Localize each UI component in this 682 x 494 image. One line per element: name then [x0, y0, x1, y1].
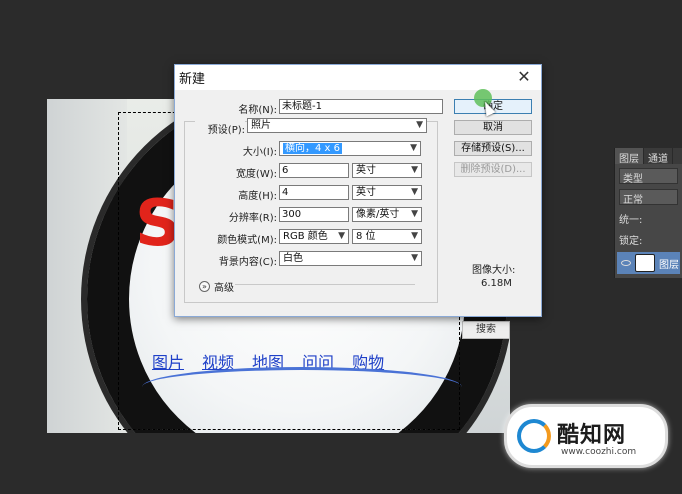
preset-label: 预设(P):	[195, 121, 245, 136]
delete-preset-button: 删除预设(D)...	[454, 162, 532, 177]
height-unit-value: 英寸	[356, 187, 376, 198]
layers-panel: 图层 通道 类型 正常 统一: 锁定: 图层	[614, 148, 682, 278]
size-label: 大小(I):	[242, 147, 277, 158]
dialog-title: 新建	[179, 72, 206, 87]
resolution-label: 分辨率(R):	[228, 213, 277, 224]
chevron-down-icon: ▼	[411, 187, 418, 197]
width-field[interactable]: 6	[279, 163, 349, 178]
layer-filter-row: 类型	[619, 167, 678, 185]
expand-icon: »	[199, 281, 210, 292]
image-size-label: 图像大小:	[472, 265, 516, 276]
tab-layers[interactable]: 图层	[615, 148, 644, 165]
color-mode-select[interactable]: RGB 颜色 ▼	[279, 229, 349, 244]
watermark-icon	[517, 419, 551, 453]
resolution-field[interactable]: 300	[279, 207, 349, 222]
layer-name: 图层	[659, 259, 679, 271]
photo-search-button: 搜索	[462, 321, 510, 339]
chevron-down-icon: ▼	[411, 209, 418, 219]
layer-kind-select[interactable]: 类型	[619, 168, 678, 185]
blend-mode-select[interactable]: 正常	[619, 189, 678, 206]
width-label: 宽度(W):	[235, 169, 277, 180]
chevron-down-icon: ▼	[411, 165, 418, 175]
height-field[interactable]: 4	[279, 185, 349, 200]
width-unit-value: 英寸	[356, 165, 376, 176]
eye-icon[interactable]	[621, 260, 631, 266]
close-icon[interactable]: ✕	[515, 68, 533, 86]
layer-item[interactable]: 图层	[617, 252, 680, 274]
chevron-down-icon: ▼	[411, 253, 418, 263]
save-preset-button[interactable]: 存储预设(S)...	[454, 141, 532, 156]
cancel-button[interactable]: 取消	[454, 120, 532, 135]
chevron-down-icon: ▼	[411, 231, 418, 241]
lock-row: 锁定:	[619, 230, 678, 248]
unify-label: 统一:	[619, 214, 643, 226]
height-label: 高度(H):	[238, 191, 277, 202]
bit-depth-value: 8 位	[356, 231, 376, 242]
advanced-label: 高级	[214, 283, 234, 294]
bg-contents-select[interactable]: 白色 ▼	[279, 251, 422, 266]
resolution-unit-select[interactable]: 像素/英寸 ▼	[352, 207, 422, 222]
dialog-titlebar: 新建 ✕	[175, 65, 541, 90]
chevron-down-icon: ▼	[416, 120, 423, 130]
bg-contents-value: 白色	[283, 253, 303, 264]
name-label: 名称(N):	[238, 105, 277, 116]
bit-depth-select[interactable]: 8 位 ▼	[352, 229, 422, 244]
advanced-divider	[235, 284, 415, 285]
chevron-down-icon: ▼	[338, 231, 345, 241]
name-field[interactable]: 未标题-1	[279, 99, 443, 114]
color-mode-label: 颜色模式(M):	[217, 235, 277, 246]
size-value: 横向，4 x 6	[283, 143, 342, 154]
resolution-unit-value: 像素/英寸	[356, 209, 400, 220]
watermark-logo: 酷知网 www.coozhi.com	[504, 404, 668, 468]
blend-row: 正常	[619, 188, 678, 206]
layer-thumbnail	[635, 254, 655, 272]
height-unit-select[interactable]: 英寸 ▼	[352, 185, 422, 200]
color-mode-value: RGB 颜色	[283, 231, 328, 242]
bg-contents-label: 背景内容(C):	[218, 257, 277, 268]
chevron-down-icon: ▼	[410, 143, 417, 153]
width-unit-select[interactable]: 英寸 ▼	[352, 163, 422, 178]
lock-label: 锁定:	[619, 235, 643, 247]
new-document-dialog: 新建 ✕ 名称(N): 未标题-1 预设(P): 照片 ▼ 大小(I): 横向，…	[174, 64, 542, 317]
advanced-toggle[interactable]: » 高级	[199, 279, 234, 294]
tab-channels[interactable]: 通道	[644, 148, 673, 165]
watermark-text: 酷知网	[557, 423, 627, 448]
size-select[interactable]: 横向，4 x 6 ▼	[279, 141, 421, 156]
unify-row: 统一:	[619, 209, 678, 227]
watermark-url: www.coozhi.com	[561, 447, 637, 457]
image-size-value: 6.18M	[481, 278, 512, 289]
preset-select[interactable]: 照片 ▼	[247, 118, 427, 133]
preset-value: 照片	[251, 120, 271, 131]
layers-panel-tabs: 图层 通道	[615, 148, 682, 165]
